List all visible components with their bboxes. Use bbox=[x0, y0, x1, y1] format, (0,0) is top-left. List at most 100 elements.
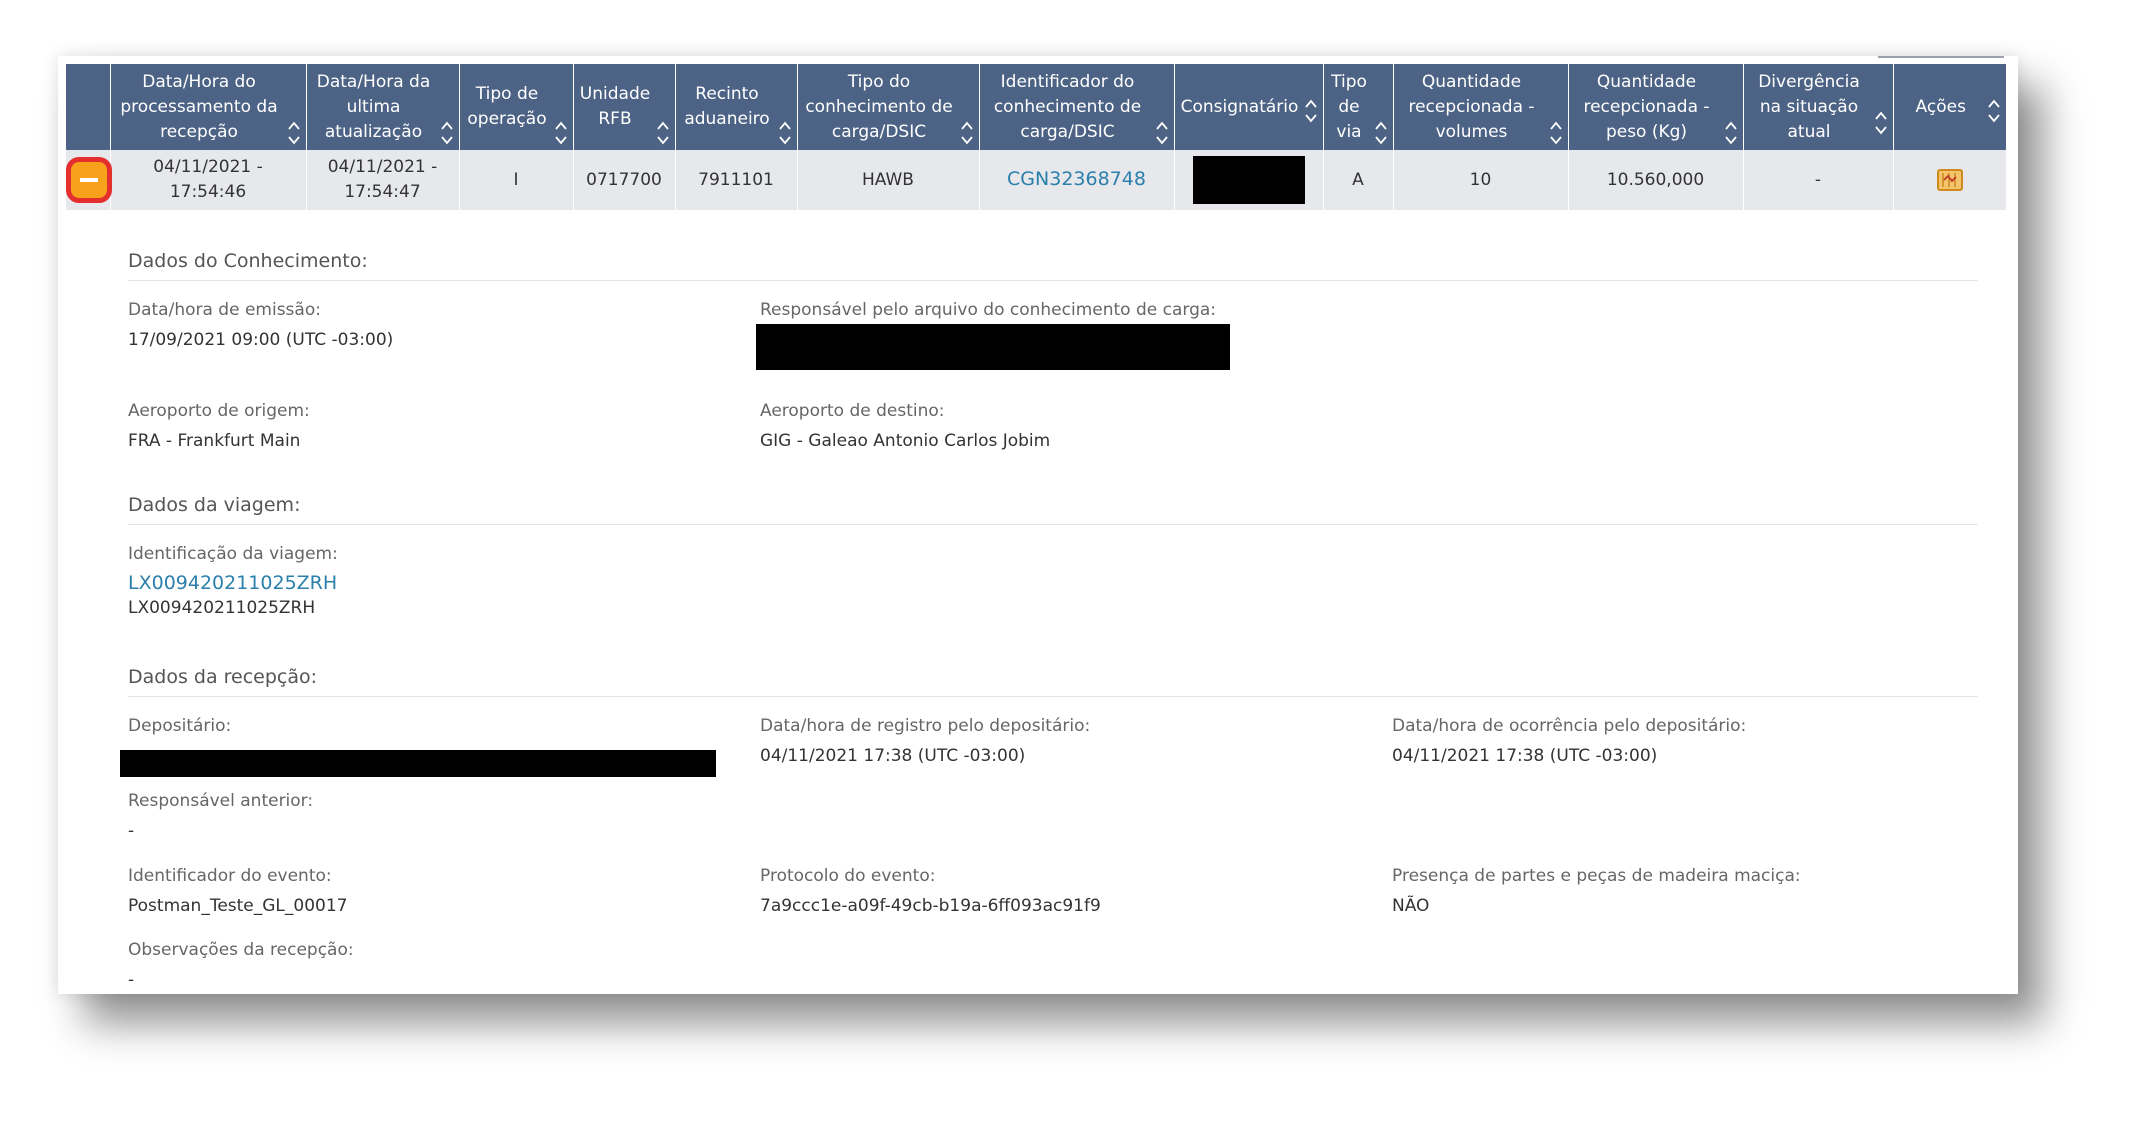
field-destino: Aeroporto de destino: GIG - Galeao Anton… bbox=[760, 399, 1050, 453]
header-label: Tipo de via bbox=[1331, 71, 1367, 142]
field-label: Data/hora de emissão: bbox=[128, 300, 321, 320]
redacted-block bbox=[1192, 156, 1305, 204]
section-title-conhecimento: Dados do Conhecimento: bbox=[128, 250, 368, 272]
header-label: Unidade RFB bbox=[579, 84, 651, 129]
cell-divergencia: - bbox=[1743, 150, 1894, 210]
field-value: LX009420211025ZRH bbox=[128, 598, 316, 618]
header-consignatario[interactable]: Consignatário bbox=[1174, 64, 1324, 150]
cell-peso: 10.560,000 bbox=[1568, 150, 1744, 210]
cell-atualizacao: 04/11/2021 - 17:54:47 bbox=[306, 150, 460, 210]
field-registro: Data/hora de registro pelo depositário: … bbox=[760, 714, 1090, 768]
field-label: Responsável pelo arquivo do conhecimento… bbox=[760, 300, 1217, 320]
field-label: Observações da recepção: bbox=[128, 940, 354, 960]
header-recinto[interactable]: Recinto aduaneiro bbox=[675, 64, 798, 150]
field-label: Data/hora de ocorrência pelo depositário… bbox=[1392, 716, 1747, 736]
field-value: 7a9ccc1e-a09f-49cb-b19a-6ff093ac91f9 bbox=[760, 896, 1101, 916]
header-volumes[interactable]: Quantidade recepcionada - volumes bbox=[1393, 64, 1569, 150]
header-label: Data/Hora do processamento da recepção bbox=[120, 71, 278, 142]
section-divider bbox=[128, 696, 1978, 697]
field-ocorrencia: Data/hora de ocorrência pelo depositário… bbox=[1392, 714, 1746, 768]
table-row: 04/11/2021 - 17:54:46 04/11/2021 - 17:54… bbox=[66, 150, 2006, 210]
cell-identificador: CGN32368748 bbox=[979, 150, 1175, 210]
field-label: Data/hora de registro pelo depositário: bbox=[760, 716, 1091, 736]
field-value: 04/11/2021 17:38 (UTC -03:00) bbox=[1392, 746, 1658, 766]
section-divider bbox=[128, 280, 1978, 281]
field-label: Aeroporto de origem: bbox=[128, 401, 310, 421]
identificador-link[interactable]: CGN32368748 bbox=[1007, 168, 1146, 190]
sort-arrows-icon[interactable] bbox=[1988, 98, 2000, 124]
field-responsavel-anterior: Responsável anterior: - bbox=[128, 789, 313, 843]
header-divergencia[interactable]: Divergência na situação atual bbox=[1743, 64, 1894, 150]
sort-arrows-icon[interactable] bbox=[656, 120, 669, 146]
field-protocolo: Protocolo do evento: 7a9ccc1e-a09f-49cb-… bbox=[760, 864, 1101, 918]
viagem-link[interactable]: LX009420211025ZRH bbox=[128, 570, 338, 596]
window-frame: Data/Hora do processamento da recepção D… bbox=[58, 56, 2018, 994]
header-tipo-via[interactable]: Tipo de via bbox=[1323, 64, 1394, 150]
table-header-row: Data/Hora do processamento da recepção D… bbox=[66, 64, 2006, 150]
header-atualizacao[interactable]: Data/Hora da ultima atualização bbox=[306, 64, 460, 150]
header-expand bbox=[66, 64, 111, 150]
header-tipo-operacao[interactable]: Tipo de operação bbox=[459, 64, 574, 150]
field-depositario: Depositário: bbox=[120, 714, 716, 781]
field-madeira: Presença de partes e peças de madeira ma… bbox=[1392, 864, 1801, 918]
sort-arrows-icon[interactable] bbox=[287, 120, 300, 146]
section-title-viagem: Dados da viagem: bbox=[128, 494, 301, 516]
cell-unidade-rfb: 0717700 bbox=[573, 150, 676, 210]
sort-arrows-icon[interactable] bbox=[1724, 120, 1737, 146]
field-label: Identificador do evento: bbox=[128, 866, 332, 886]
header-label: Recinto aduaneiro bbox=[684, 84, 770, 129]
cell-consignatario bbox=[1174, 150, 1324, 210]
top-border-line bbox=[1878, 56, 2004, 58]
sort-arrows-icon[interactable] bbox=[1874, 110, 1887, 136]
field-emissao: Data/hora de emissão: 17/09/2021 09:00 (… bbox=[128, 298, 393, 352]
sort-arrows-icon[interactable] bbox=[1549, 120, 1562, 146]
redacted-block bbox=[756, 324, 1230, 370]
field-label: Protocolo do evento: bbox=[760, 866, 936, 886]
header-peso[interactable]: Quantidade recepcionada - peso (Kg) bbox=[1568, 64, 1744, 150]
header-unidade-rfb[interactable]: Unidade RFB bbox=[573, 64, 676, 150]
reception-table: Data/Hora do processamento da recepção D… bbox=[66, 64, 2006, 210]
redacted-block bbox=[120, 750, 716, 777]
field-value: Postman_Teste_GL_00017 bbox=[128, 896, 348, 916]
header-label: Quantidade recepcionada - volumes bbox=[1408, 71, 1535, 142]
field-label: Identificação da viagem: bbox=[128, 544, 338, 564]
header-acoes[interactable]: Ações bbox=[1893, 64, 2006, 150]
sort-arrows-icon[interactable] bbox=[960, 120, 973, 146]
header-label: Tipo de operação bbox=[467, 84, 547, 129]
section-title-recepcao: Dados da recepção: bbox=[128, 666, 318, 688]
header-label: Data/Hora da ultima atualização bbox=[316, 71, 431, 142]
header-processamento[interactable]: Data/Hora do processamento da recepção bbox=[110, 64, 307, 150]
sort-arrows-icon[interactable] bbox=[554, 120, 567, 146]
cell-tipo-conhecimento: HAWB bbox=[797, 150, 980, 210]
field-value: FRA - Frankfurt Main bbox=[128, 431, 301, 451]
field-origem: Aeroporto de origem: FRA - Frankfurt Mai… bbox=[128, 399, 310, 453]
cell-acoes bbox=[1893, 150, 2006, 210]
cell-processamento: 04/11/2021 - 17:54:46 bbox=[110, 150, 307, 210]
sort-arrows-icon[interactable] bbox=[1374, 120, 1387, 146]
map-document-icon[interactable] bbox=[1935, 167, 1965, 193]
field-label: Aeroporto de destino: bbox=[760, 401, 945, 421]
header-label: Consignatário bbox=[1180, 96, 1299, 117]
collapse-bar bbox=[80, 178, 98, 182]
field-responsavel-arquivo: Responsável pelo arquivo do conhecimento… bbox=[756, 298, 1230, 374]
sort-arrows-icon[interactable] bbox=[440, 120, 453, 146]
minus-collapse-icon[interactable] bbox=[66, 157, 112, 203]
sort-arrows-icon[interactable] bbox=[778, 120, 791, 146]
header-label: Ações bbox=[1915, 96, 1966, 117]
header-identificador[interactable]: Identificador do conhecimento de carga/D… bbox=[979, 64, 1175, 150]
cell-volumes: 10 bbox=[1393, 150, 1569, 210]
cell-recinto: 7911101 bbox=[675, 150, 798, 210]
field-label: Depositário: bbox=[128, 716, 232, 736]
cell-tipo-operacao: I bbox=[459, 150, 574, 210]
expand-cell bbox=[66, 150, 112, 210]
field-value: 17/09/2021 09:00 (UTC -03:00) bbox=[128, 330, 394, 350]
field-value: - bbox=[128, 970, 135, 990]
field-evento-id: Identificador do evento: Postman_Teste_G… bbox=[128, 864, 347, 918]
header-tipo-conhecimento[interactable]: Tipo do conhecimento de carga/DSIC bbox=[797, 64, 980, 150]
header-label: Divergência na situação atual bbox=[1758, 71, 1860, 142]
field-label: Presença de partes e peças de madeira ma… bbox=[1392, 866, 1801, 886]
sort-arrows-icon[interactable] bbox=[1304, 98, 1317, 124]
sort-arrows-icon[interactable] bbox=[1155, 120, 1168, 146]
field-id-viagem: Identificação da viagem: LX009420211025Z… bbox=[128, 542, 338, 620]
field-value: - bbox=[128, 821, 135, 841]
